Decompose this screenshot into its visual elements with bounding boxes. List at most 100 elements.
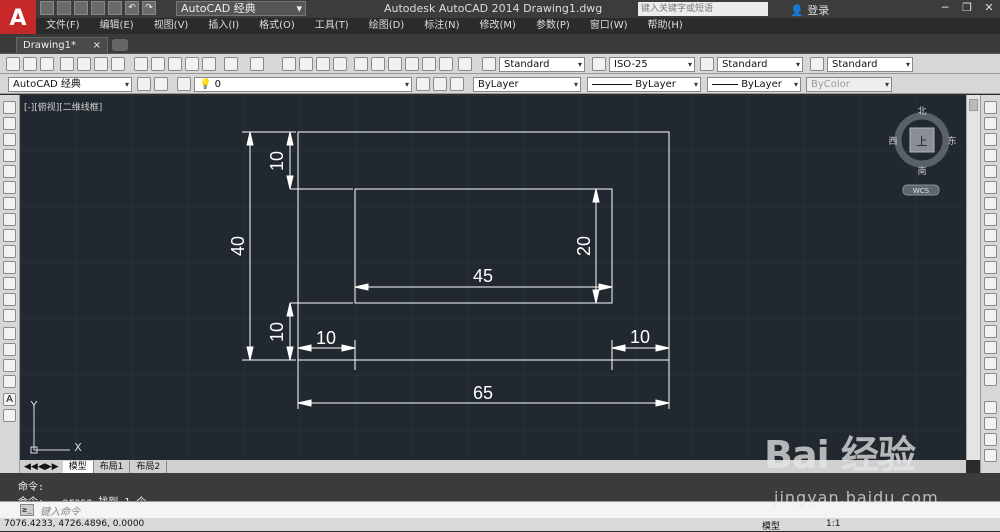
color-select[interactable]: ByLayer ▾: [473, 77, 581, 92]
menu-draw[interactable]: 绘图(D): [359, 18, 415, 34]
chamfer-icon[interactable]: [984, 325, 997, 338]
zoom-realtime-icon[interactable]: [299, 57, 313, 71]
spline-icon[interactable]: [3, 229, 16, 242]
markup-icon[interactable]: [422, 57, 436, 71]
offset-icon[interactable]: [984, 149, 997, 162]
undo-icon[interactable]: ↶: [125, 1, 139, 15]
ellipse-icon[interactable]: [3, 245, 16, 258]
table-style-select[interactable]: Standard ▾: [717, 57, 803, 72]
arc-icon[interactable]: [3, 181, 16, 194]
array-icon[interactable]: [984, 165, 997, 178]
tab-layout1[interactable]: 布局1: [94, 460, 131, 473]
pan-icon[interactable]: [282, 57, 296, 71]
viewcube-north[interactable]: 北: [917, 106, 926, 117]
annotation-scale[interactable]: 1:1: [826, 519, 840, 529]
workspace-settings-icon[interactable]: [137, 77, 151, 91]
mleader-style-select[interactable]: Standard ▾: [827, 57, 913, 72]
app-logo[interactable]: A: [0, 0, 36, 36]
copy-icon[interactable]: [151, 57, 165, 71]
menu-tools[interactable]: 工具(T): [305, 18, 359, 34]
mirror-icon[interactable]: [984, 133, 997, 146]
circle-icon[interactable]: [3, 197, 16, 210]
insert-block-icon[interactable]: [3, 277, 16, 290]
workspace-combo[interactable]: AutoCAD 经典 ▾: [8, 77, 132, 92]
erase-icon[interactable]: [984, 101, 997, 114]
extend-icon[interactable]: [984, 261, 997, 274]
design-center-icon[interactable]: [371, 57, 385, 71]
print-icon[interactable]: [108, 1, 122, 15]
zoom-previous-icon[interactable]: [333, 57, 347, 71]
zoom-window-icon[interactable]: [316, 57, 330, 71]
workspace-select[interactable]: AutoCAD 经典 ▾: [176, 1, 306, 16]
dim-text-65[interactable]: 65: [473, 383, 493, 403]
hatch-icon[interactable]: [3, 327, 16, 340]
search-input[interactable]: 键入关键字或短语: [638, 2, 768, 16]
gradient-icon[interactable]: [3, 343, 16, 356]
dim-style-select[interactable]: ISO-25 ▾: [609, 57, 695, 72]
plot-preview-icon[interactable]: [77, 57, 91, 71]
dim-text-20[interactable]: 20: [574, 236, 594, 256]
dim-text-10-left[interactable]: 10: [316, 328, 336, 348]
menu-parametric[interactable]: 参数(P): [526, 18, 580, 34]
line-icon[interactable]: [3, 101, 16, 114]
lineweight-select[interactable]: ByLayer ▾: [707, 77, 801, 92]
login-button[interactable]: 👤 登录: [790, 2, 829, 18]
menu-format[interactable]: 格式(O): [249, 18, 305, 34]
block-editor-icon[interactable]: [202, 57, 216, 71]
open-file-icon[interactable]: [57, 1, 71, 15]
explode-icon[interactable]: [984, 373, 997, 386]
paste-icon[interactable]: [168, 57, 182, 71]
command-input[interactable]: 键入命令: [40, 503, 80, 518]
viewport-controls-label[interactable]: [-][俯视][二维线框]: [24, 101, 102, 113]
table-style-icon[interactable]: [700, 57, 714, 71]
layer-select[interactable]: 💡 0 ▾: [194, 77, 412, 92]
break-at-point-icon[interactable]: [984, 277, 997, 290]
match-properties-icon[interactable]: [185, 57, 199, 71]
linetype-select[interactable]: ByLayer ▾: [587, 77, 701, 92]
viewcube-south[interactable]: 南: [917, 165, 926, 177]
revision-cloud-icon[interactable]: [3, 213, 16, 226]
dim-text-10-right[interactable]: 10: [630, 327, 650, 347]
coordinates-readout[interactable]: 7076.4233, 4726.4896, 0.0000: [4, 519, 144, 529]
save-icon[interactable]: [40, 57, 54, 71]
quickcalc-icon[interactable]: [439, 57, 453, 71]
viewcube-west[interactable]: 西: [888, 136, 897, 147]
layer-manager-icon[interactable]: [177, 77, 191, 91]
multiline-text-icon[interactable]: A: [3, 393, 16, 406]
menu-file[interactable]: 文件(F): [36, 18, 90, 34]
copy-object-icon[interactable]: [984, 117, 997, 130]
ellipse-arc-icon[interactable]: [3, 261, 16, 274]
make-block-icon[interactable]: [3, 293, 16, 306]
plot-icon[interactable]: [60, 57, 74, 71]
close-icon[interactable]: ✕: [978, 0, 1000, 16]
menu-help[interactable]: 帮助(H): [638, 18, 693, 34]
menu-window[interactable]: 窗口(W): [580, 18, 638, 34]
model-space-button[interactable]: 模型: [762, 519, 780, 532]
add-selected-icon[interactable]: [3, 409, 16, 422]
save-as-icon[interactable]: [91, 1, 105, 15]
break-icon[interactable]: [984, 293, 997, 306]
make-current-icon[interactable]: [416, 77, 430, 91]
close-tab-icon[interactable]: ×: [93, 38, 101, 53]
layer-previous-icon[interactable]: [433, 77, 447, 91]
qnew-icon[interactable]: [6, 57, 20, 71]
polyline-icon[interactable]: [3, 133, 16, 146]
mleader-style-icon[interactable]: [810, 57, 824, 71]
dim-style-icon[interactable]: [592, 57, 606, 71]
region-icon[interactable]: [3, 359, 16, 372]
minimize-icon[interactable]: ─: [934, 0, 956, 16]
redo-icon[interactable]: [250, 57, 264, 71]
dim-text-45[interactable]: 45: [473, 266, 493, 286]
menu-dimension[interactable]: 标注(N): [414, 18, 469, 34]
dim-text-10-bottom[interactable]: 10: [267, 322, 287, 342]
properties-icon[interactable]: [354, 57, 368, 71]
menu-insert[interactable]: 插入(I): [198, 18, 249, 34]
fillet-icon[interactable]: [984, 341, 997, 354]
text-style-select[interactable]: Standard ▾: [499, 57, 585, 72]
tab-drawing1[interactable]: Drawing1* ×: [16, 37, 108, 54]
stretch-icon[interactable]: [984, 229, 997, 242]
menu-edit[interactable]: 编辑(E): [90, 18, 144, 34]
new-file-icon[interactable]: [40, 1, 54, 15]
command-prompt-icon[interactable]: ≥_: [20, 504, 34, 516]
dim-text-10-top[interactable]: 10: [267, 151, 287, 171]
